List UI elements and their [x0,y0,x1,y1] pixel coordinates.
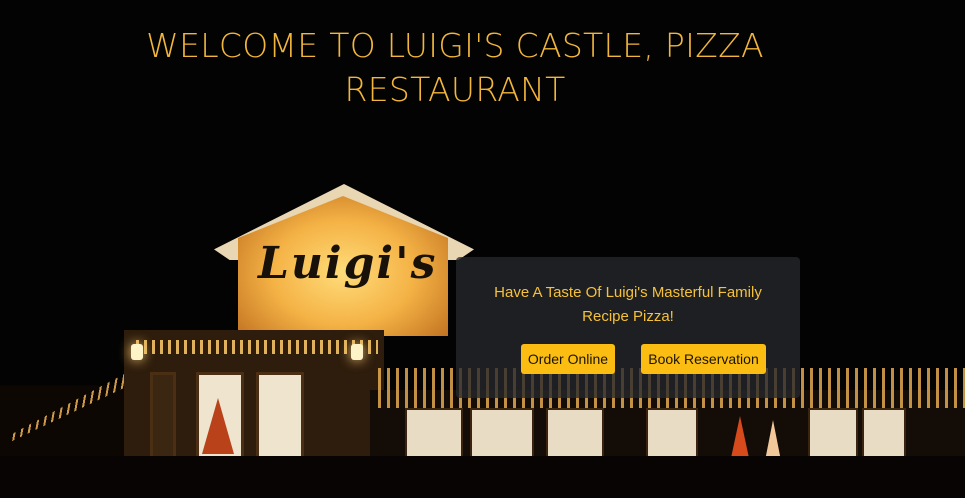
lamp-right [351,344,363,360]
store-window [808,408,858,460]
store-window [862,408,906,460]
promo-card: Have A Taste Of Luigi's Masterful Family… [456,257,800,398]
ground [0,456,965,498]
order-online-button[interactable]: Order Online [521,344,615,374]
store-window [405,408,463,460]
hero-section: WELCOME TO LUIGI'S CASTLE, PIZZA RESTAUR… [0,0,965,498]
restaurant-sign: Luigi's [258,238,438,289]
string-lights-roof [136,340,378,354]
christmas-tree [202,398,234,454]
store-window [646,408,698,460]
entry-door [150,372,176,462]
promo-tagline: Have A Taste Of Luigi's Masterful Family… [494,284,762,325]
lamp-left [131,344,143,360]
store-window [546,408,604,460]
store-window [470,408,534,460]
restaurant-photo: Luigi's [0,0,965,498]
front-window [256,372,304,462]
book-reservation-button[interactable]: Book Reservation [641,344,766,374]
